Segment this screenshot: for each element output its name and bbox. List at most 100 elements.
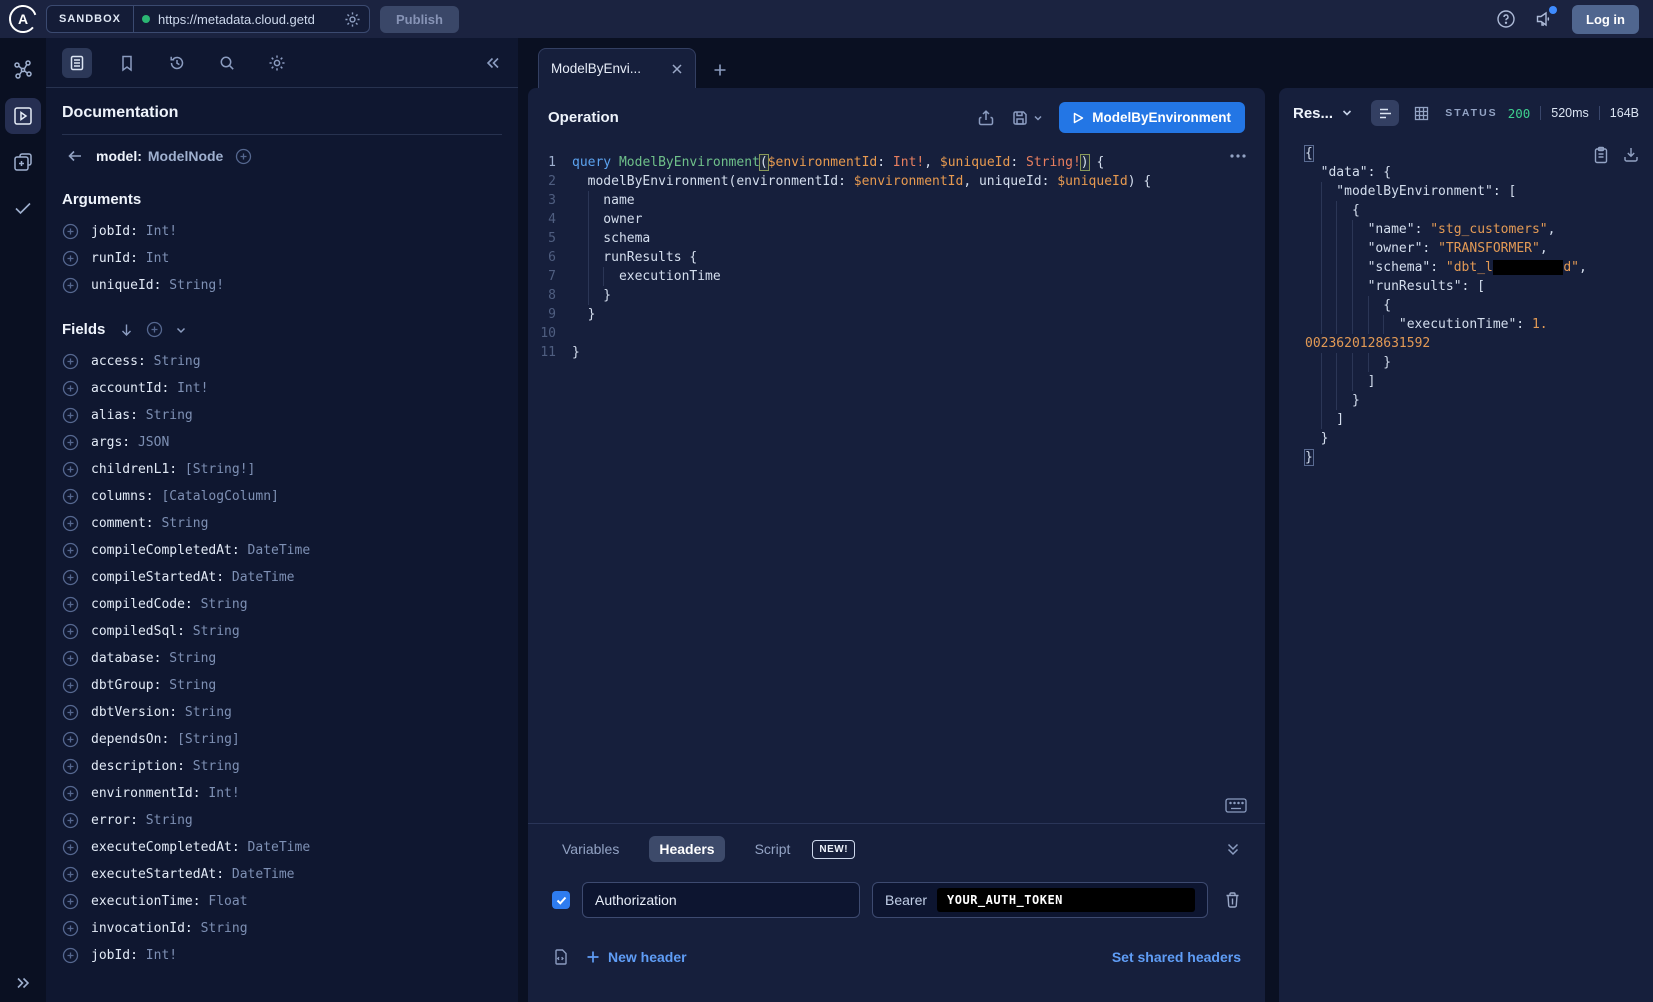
schema-field-item[interactable]: compiledCode: String bbox=[62, 591, 502, 618]
help-icon[interactable] bbox=[1496, 9, 1516, 29]
schema-field-item[interactable]: executionTime: Float bbox=[62, 888, 502, 915]
code-line[interactable]: }​ bbox=[1305, 353, 1641, 372]
schema-field-item[interactable]: dependsOn: [String] bbox=[62, 726, 502, 753]
code-line[interactable]: "owner": "TRANSFORMER",​ bbox=[1305, 239, 1641, 258]
raw-view-toggle-icon[interactable] bbox=[1371, 100, 1399, 126]
code-line[interactable]: ]​ bbox=[1305, 372, 1641, 391]
add-to-operation-icon[interactable] bbox=[62, 407, 79, 424]
schema-field-item[interactable]: compileCompletedAt: DateTime bbox=[62, 537, 502, 564]
add-to-operation-icon[interactable] bbox=[62, 623, 79, 640]
keyboard-shortcuts-icon[interactable] bbox=[1225, 798, 1247, 813]
add-to-operation-icon[interactable] bbox=[62, 434, 79, 451]
add-to-operation-icon[interactable] bbox=[62, 542, 79, 559]
schema-field-item[interactable]: database: String bbox=[62, 645, 502, 672]
code-line[interactable]: 10​ bbox=[528, 324, 1265, 343]
schema-graph-icon[interactable] bbox=[5, 52, 41, 88]
code-line[interactable]: }​ bbox=[1305, 448, 1641, 467]
graphql-editor[interactable]: 1query ModelByEnvironment($environmentId… bbox=[528, 147, 1265, 823]
schema-field-item[interactable]: description: String bbox=[62, 753, 502, 780]
response-json-view[interactable]: {​"data": {​"modelByEnvironment": [​{​"n… bbox=[1279, 136, 1653, 1002]
code-line[interactable]: "executionTime": 1.​ bbox=[1305, 315, 1641, 334]
expand-rail-icon[interactable] bbox=[14, 974, 32, 992]
code-line[interactable]: 2modelByEnvironment(environmentId: $envi… bbox=[528, 172, 1265, 191]
schema-field-item[interactable]: runId: Int bbox=[62, 245, 502, 272]
add-to-operation-icon[interactable] bbox=[62, 250, 79, 267]
code-line[interactable]: }​ bbox=[1305, 429, 1641, 448]
code-line[interactable]: 6runResults {​ bbox=[528, 248, 1265, 267]
add-to-operation-icon[interactable] bbox=[62, 515, 79, 532]
table-view-toggle-icon[interactable] bbox=[1407, 100, 1435, 126]
operation-tab[interactable]: ModelByEnvi... bbox=[538, 48, 696, 88]
add-to-operation-icon[interactable] bbox=[62, 380, 79, 397]
add-field-icon[interactable] bbox=[235, 148, 252, 165]
share-operation-icon[interactable] bbox=[977, 109, 995, 127]
publish-button[interactable]: Publish bbox=[380, 6, 459, 33]
history-icon[interactable] bbox=[162, 48, 192, 78]
code-line[interactable]: }​ bbox=[1305, 391, 1641, 410]
add-to-operation-icon[interactable] bbox=[62, 812, 79, 829]
endpoint-settings-gear-icon[interactable] bbox=[344, 11, 361, 28]
breadcrumb-type-link[interactable]: ModelNode bbox=[148, 148, 223, 164]
code-line[interactable]: 8}​ bbox=[528, 286, 1265, 305]
login-button[interactable]: Log in bbox=[1572, 5, 1639, 34]
tab-headers[interactable]: Headers bbox=[649, 836, 724, 862]
add-to-operation-icon[interactable] bbox=[62, 704, 79, 721]
code-line[interactable]: 0023620128631592​ bbox=[1305, 334, 1641, 353]
operation-collections-icon[interactable] bbox=[5, 144, 41, 180]
code-line[interactable]: "modelByEnvironment": [​ bbox=[1305, 182, 1641, 201]
schema-field-item[interactable]: environmentId: Int! bbox=[62, 780, 502, 807]
schema-field-item[interactable]: dbtVersion: String bbox=[62, 699, 502, 726]
schema-field-item[interactable]: dbtGroup: String bbox=[62, 672, 502, 699]
add-to-operation-icon[interactable] bbox=[62, 731, 79, 748]
fields-menu-chevron-icon[interactable] bbox=[175, 324, 187, 336]
schema-field-item[interactable]: comment: String bbox=[62, 510, 502, 537]
schema-field-item[interactable]: access: String bbox=[62, 348, 502, 375]
code-line[interactable]: ]​ bbox=[1305, 410, 1641, 429]
header-enabled-checkbox[interactable] bbox=[552, 891, 570, 909]
schema-field-item[interactable]: error: String bbox=[62, 807, 502, 834]
schema-field-item[interactable]: jobId: Int! bbox=[62, 942, 502, 969]
code-line[interactable]: {​ bbox=[1305, 296, 1641, 315]
add-to-operation-icon[interactable] bbox=[62, 758, 79, 775]
save-operation-icon[interactable] bbox=[1011, 109, 1029, 127]
schema-field-item[interactable]: childrenL1: [String!] bbox=[62, 456, 502, 483]
new-header-button[interactable]: New header bbox=[586, 949, 687, 965]
schema-field-item[interactable]: executeStartedAt: DateTime bbox=[62, 861, 502, 888]
documentation-tab-icon[interactable] bbox=[62, 48, 92, 78]
code-line[interactable]: 3name​ bbox=[528, 191, 1265, 210]
code-line[interactable]: 9}​ bbox=[528, 305, 1265, 324]
copy-response-icon[interactable] bbox=[1593, 146, 1609, 164]
add-to-operation-icon[interactable] bbox=[62, 461, 79, 478]
code-line[interactable]: {​ bbox=[1305, 144, 1641, 163]
code-line[interactable]: "runResults": [​ bbox=[1305, 277, 1641, 296]
search-icon[interactable] bbox=[212, 48, 242, 78]
add-to-operation-icon[interactable] bbox=[62, 893, 79, 910]
schema-field-item[interactable]: jobId: Int! bbox=[62, 218, 502, 245]
add-to-operation-icon[interactable] bbox=[62, 677, 79, 694]
header-value-input[interactable]: Bearer YOUR_AUTH_TOKEN bbox=[872, 882, 1208, 918]
auth-token-value[interactable]: YOUR_AUTH_TOKEN bbox=[937, 888, 1195, 912]
schema-field-item[interactable]: executeCompletedAt: DateTime bbox=[62, 834, 502, 861]
code-line[interactable]: "name": "stg_customers",​ bbox=[1305, 220, 1641, 239]
tab-script[interactable]: Script bbox=[745, 836, 801, 862]
schema-field-item[interactable]: uniqueId: String! bbox=[62, 272, 502, 299]
schema-field-item[interactable]: args: JSON bbox=[62, 429, 502, 456]
save-menu-chevron-icon[interactable] bbox=[1033, 113, 1043, 123]
add-to-operation-icon[interactable] bbox=[62, 223, 79, 240]
back-arrow-icon[interactable] bbox=[66, 147, 84, 165]
announcements-megaphone-icon[interactable] bbox=[1534, 9, 1554, 29]
add-to-operation-icon[interactable] bbox=[62, 866, 79, 883]
sort-fields-icon[interactable] bbox=[119, 322, 134, 337]
code-line[interactable]: "data": {​ bbox=[1305, 163, 1641, 182]
schema-field-item[interactable]: invocationId: String bbox=[62, 915, 502, 942]
editor-more-menu-icon[interactable] bbox=[1229, 153, 1247, 159]
add-to-operation-icon[interactable] bbox=[62, 277, 79, 294]
explorer-nav-icon[interactable] bbox=[5, 98, 41, 134]
checks-icon[interactable] bbox=[5, 190, 41, 226]
new-tab-icon[interactable] bbox=[712, 62, 728, 78]
header-key-input[interactable]: Authorization bbox=[582, 882, 860, 918]
add-to-operation-icon[interactable] bbox=[62, 785, 79, 802]
add-to-operation-icon[interactable] bbox=[62, 596, 79, 613]
add-to-operation-icon[interactable] bbox=[62, 920, 79, 937]
code-line[interactable]: 11}​ bbox=[528, 343, 1265, 362]
